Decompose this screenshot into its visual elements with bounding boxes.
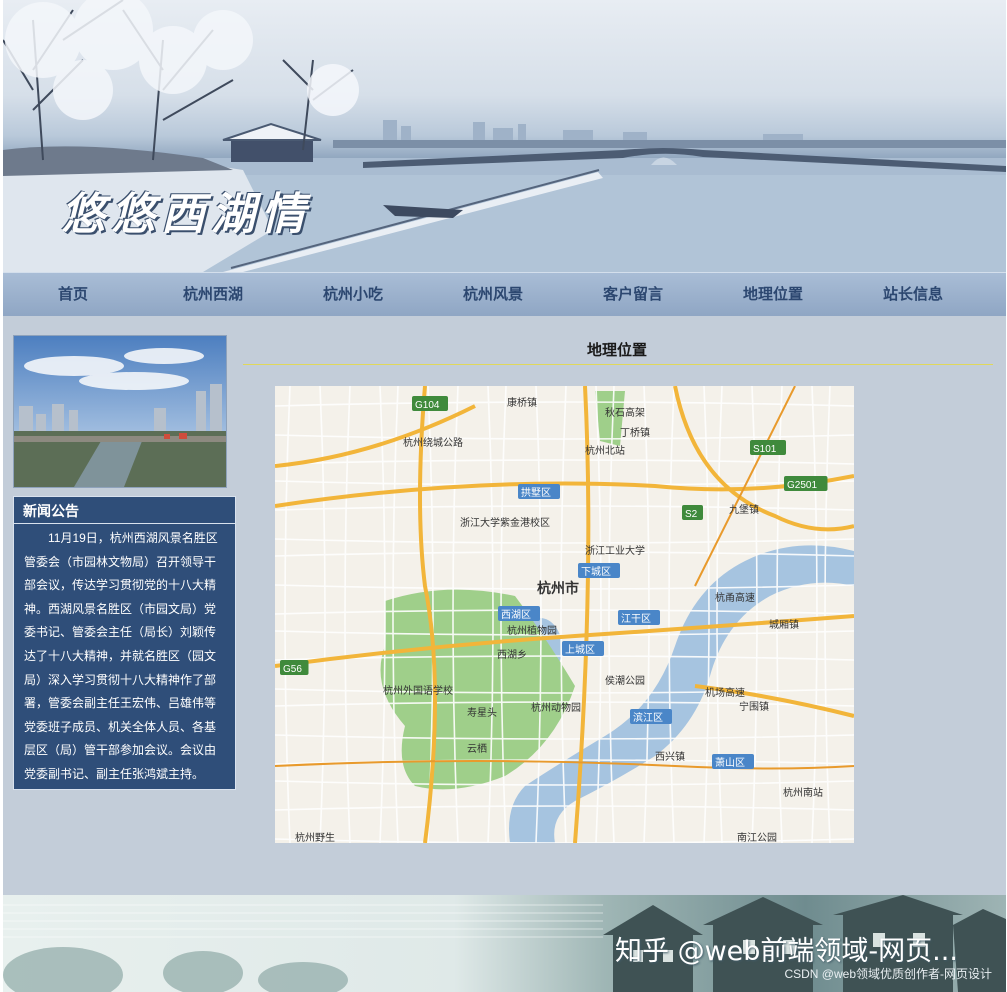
news-body: 11月19日，杭州西湖风景名胜区管委会（市园林文物局）召开领导干部会议，传达学习…: [24, 531, 218, 781]
map-label: 丁桥镇: [620, 426, 650, 439]
map-label: 西湖乡: [497, 649, 527, 661]
map-label: 云栖: [467, 742, 487, 755]
nav-guestbook[interactable]: 客户留言: [573, 273, 693, 316]
page: 悠悠西湖情 首页 杭州西湖 杭州小吃 杭州风景 客户留言 地理位置 站长信息 新…: [3, 0, 1006, 992]
nav-webmaster[interactable]: 站长信息: [853, 273, 973, 316]
map-label: 南江公园: [737, 831, 777, 843]
map-label: S101: [753, 444, 777, 455]
map-label: 浙江大学紫金港校区: [460, 516, 550, 529]
nav-home[interactable]: 首页: [13, 273, 133, 316]
map-label: 宁围镇: [739, 700, 769, 713]
map-label: 杭甬高速: [715, 591, 755, 604]
title-divider: [243, 364, 993, 365]
page-title: 地理位置: [586, 342, 647, 359]
map-label: 西湖区: [501, 609, 531, 621]
map-label: 浙江工业大学: [585, 544, 645, 557]
map-label: 机场高速: [705, 686, 745, 699]
map-label: G56: [283, 664, 302, 675]
location-map[interactable]: 康桥镇丁桥镇杭州北站拱墅区浙江大学紫金港校区浙江工业大学下城区 杭州市西湖区杭州植…: [275, 386, 854, 843]
nav-snacks[interactable]: 杭州小吃: [293, 273, 413, 316]
site-logo-title: 悠悠西湖情: [61, 189, 311, 240]
nav-scenery[interactable]: 杭州风景: [433, 273, 553, 316]
city-photo: [13, 335, 227, 488]
map-label: 寿星头: [467, 706, 497, 719]
nav-west-lake[interactable]: 杭州西湖: [153, 273, 273, 316]
map-label: 萧山区: [715, 757, 745, 769]
credit-text: CSDN @web领域优质创作者-网页设计: [784, 967, 992, 981]
map-label: 杭州市: [537, 580, 579, 596]
map-label: 九堡镇: [729, 503, 759, 516]
header-banner: 悠悠西湖情: [3, 0, 1006, 272]
news-title: 新闻公告: [23, 503, 79, 519]
map-label: G2501: [787, 480, 817, 491]
news-divider: [14, 523, 235, 524]
news-panel: 新闻公告 11月19日，杭州西湖风景名胜区管委会（市园林文物局）召开领导干部会议…: [13, 496, 236, 790]
map-label: 杭州动物园: [531, 701, 581, 714]
map-label: 杭州外国语学校: [383, 684, 453, 697]
map-label: S2: [685, 509, 698, 520]
map-label: 杭州植物园: [507, 624, 557, 637]
nav-location[interactable]: 地理位置: [713, 273, 833, 316]
map-label: 拱墅区: [521, 486, 551, 499]
map-label: 秋石高架: [605, 406, 645, 419]
footer-banner: 知乎 @web前端领域-网页... CSDN @web领域优质创作者-网页设计: [3, 895, 1006, 992]
map-label: 上城区: [565, 644, 595, 656]
watermark-text: 知乎 @web前端领域-网页...: [615, 936, 958, 967]
map-label: 城厢镇: [769, 618, 799, 631]
map-label: 江干区: [621, 613, 651, 625]
map-label: 杭州绕城公路: [403, 436, 463, 449]
map-label: 侯潮公园: [605, 674, 645, 687]
map-label: 西兴镇: [655, 750, 685, 763]
map-label: 滨江区: [633, 711, 663, 724]
map-label: 杭州北站: [585, 444, 625, 457]
map-label: 下城区: [581, 566, 611, 578]
map-label: G104: [415, 400, 440, 411]
map-label: 杭州南站: [783, 786, 823, 799]
main-nav: 首页 杭州西湖 杭州小吃 杭州风景 客户留言 地理位置 站长信息: [3, 272, 1006, 316]
map-label: 康桥镇: [507, 396, 537, 409]
map-label: 杭州野生: [295, 831, 335, 843]
